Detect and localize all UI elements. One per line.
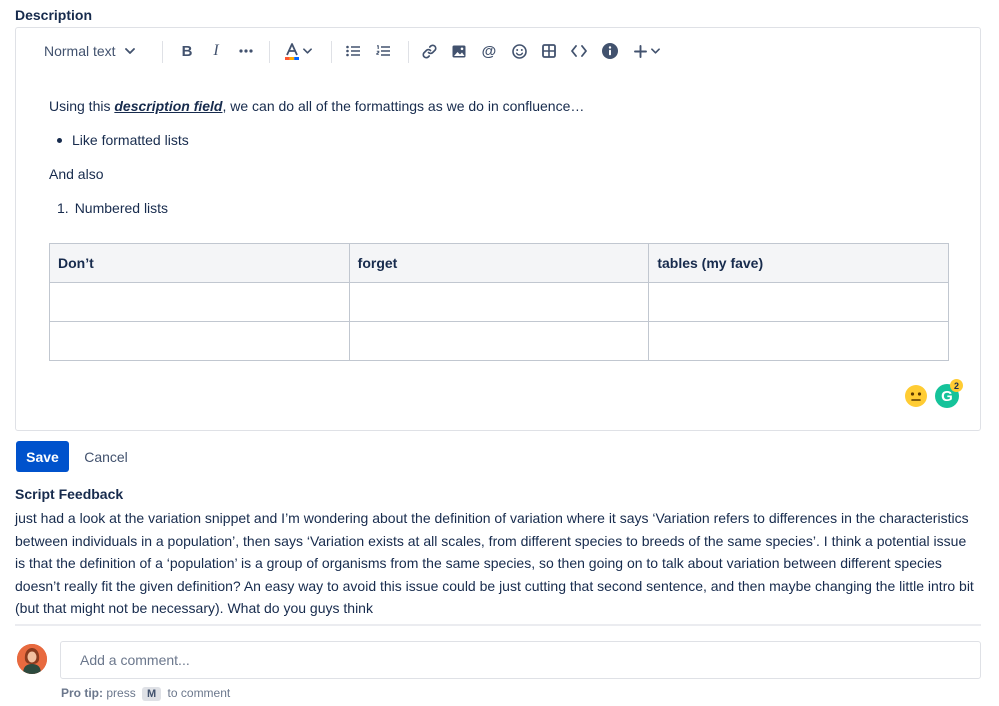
- code-button[interactable]: [566, 38, 592, 64]
- table-header-cell[interactable]: forget: [348, 243, 650, 283]
- table-cell[interactable]: [49, 282, 350, 322]
- emphasized-text: description field: [114, 98, 223, 114]
- link-button[interactable]: [416, 38, 442, 64]
- plus-icon: [634, 44, 647, 58]
- toolbar-divider: [331, 41, 332, 63]
- pro-tip: Pro tip: press M to comment: [61, 686, 230, 701]
- keyboard-shortcut-key: M: [142, 687, 162, 701]
- intro-text-before: Using this: [49, 98, 115, 114]
- pro-tip-after: to comment: [167, 686, 231, 700]
- table-cell[interactable]: [348, 282, 650, 322]
- bullet-list-item: Like formatted lists: [57, 132, 189, 148]
- code-icon: [571, 45, 587, 57]
- table-row: [49, 321, 949, 361]
- user-avatar[interactable]: [17, 644, 47, 674]
- chevron-down-icon: [651, 48, 660, 54]
- image-icon: [452, 45, 466, 58]
- info-panel-button[interactable]: [597, 38, 623, 64]
- emoji-icon: [511, 43, 527, 59]
- info-icon: [602, 43, 618, 59]
- save-button[interactable]: Save: [16, 441, 69, 472]
- table-cell[interactable]: [49, 321, 350, 361]
- paragraph-and-also: And also: [49, 166, 104, 182]
- italic-button[interactable]: I: [203, 38, 229, 64]
- table-row: [49, 282, 949, 322]
- mention-button[interactable]: @: [476, 38, 502, 64]
- description-label: Description: [15, 7, 93, 23]
- editor-table[interactable]: Don’t forget tables (my fave): [49, 243, 949, 361]
- text-color-icon: [284, 42, 299, 60]
- script-feedback-text: just had a look at the variation snippet…: [15, 510, 974, 617]
- emoji-button[interactable]: [506, 38, 532, 64]
- paragraph-intro: Using this description field, we can do …: [49, 98, 584, 114]
- bold-icon: B: [181, 42, 193, 60]
- grammarly-icon[interactable]: G 2: [935, 379, 963, 408]
- toolbar-divider: [408, 41, 409, 63]
- numbered-list-item: 1. Numbered lists: [57, 200, 168, 216]
- mention-icon: @: [481, 42, 497, 60]
- pro-tip-label: Pro tip:: [61, 686, 103, 700]
- table-button[interactable]: [536, 38, 562, 64]
- script-feedback-label: Script Feedback: [15, 486, 124, 502]
- italic-icon: I: [213, 42, 219, 59]
- add-comment-input[interactable]: [60, 641, 981, 679]
- table-header-cell[interactable]: Don’t: [49, 243, 350, 283]
- chevron-down-icon: [124, 48, 135, 54]
- table-cell[interactable]: [648, 321, 949, 361]
- editor-toolbar: Normal text B I @: [16, 28, 980, 74]
- cancel-button[interactable]: Cancel: [76, 441, 136, 472]
- text-color-button[interactable]: [281, 38, 315, 64]
- insert-menu-button[interactable]: [630, 38, 664, 64]
- table-header-row: Don’t forget tables (my fave): [49, 243, 949, 283]
- description-editor[interactable]: Normal text B I @ Using this description…: [15, 27, 981, 431]
- image-button[interactable]: [446, 38, 472, 64]
- grammarly-count-badge: 2: [950, 379, 963, 392]
- numbered-item-text: Numbered lists: [74, 200, 169, 216]
- table-header-cell[interactable]: tables (my fave): [648, 243, 949, 283]
- more-formatting-icon: [239, 49, 253, 53]
- bullet-list-icon: [346, 45, 360, 57]
- link-icon: [421, 43, 437, 59]
- comments-divider: [15, 624, 981, 626]
- numbered-list-icon: [376, 45, 390, 57]
- list-number: 1.: [57, 200, 69, 216]
- intro-text-after: , we can do all of the formattings as we…: [222, 98, 585, 114]
- more-formatting-button[interactable]: [233, 38, 259, 64]
- table-icon: [542, 44, 556, 58]
- bullet-marker: [57, 137, 62, 143]
- toolbar-divider: [162, 41, 163, 63]
- toolbar-divider: [269, 41, 270, 63]
- bold-button[interactable]: B: [174, 38, 200, 64]
- table-cell[interactable]: [348, 321, 650, 361]
- text-style-label: Normal text: [44, 43, 116, 59]
- chevron-down-icon: [302, 48, 312, 54]
- bullet-item-text: Like formatted lists: [72, 132, 189, 148]
- table-cell[interactable]: [648, 282, 949, 322]
- numbered-list-button[interactable]: [370, 38, 396, 64]
- bullet-list-button[interactable]: [340, 38, 366, 64]
- pro-tip-press: press: [106, 686, 136, 700]
- text-style-dropdown[interactable]: Normal text: [38, 38, 140, 64]
- neutral-face-emoji-icon[interactable]: [905, 385, 927, 407]
